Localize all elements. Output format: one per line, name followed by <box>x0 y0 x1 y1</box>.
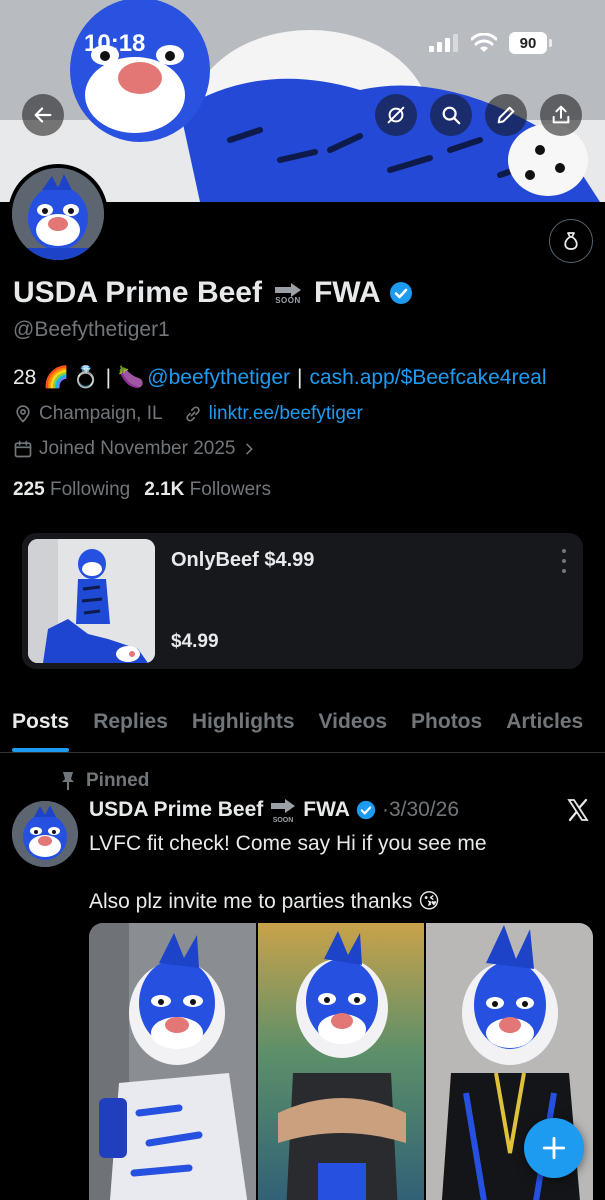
tab-articles[interactable]: Articles <box>494 700 595 752</box>
product-image <box>28 539 155 663</box>
post-author-name[interactable]: USDA Prime Beef <box>89 798 263 822</box>
display-name: USDA Prime Beef SOON FWA <box>13 276 413 310</box>
eggplant-emoji-icon: 🍆 <box>118 366 145 389</box>
post-header: USDA Prime Beef SOON FWA ·3/30/26 <box>89 797 459 823</box>
bio-prefix: 28 <box>13 366 37 389</box>
search-icon <box>442 106 461 125</box>
battery-indicator: 90 <box>509 32 552 54</box>
subscriptions-button[interactable] <box>549 219 593 263</box>
share-button[interactable] <box>540 94 582 136</box>
bio-separator-1: | <box>105 366 112 389</box>
pin-icon <box>62 772 74 790</box>
grok-button[interactable] <box>375 94 417 136</box>
share-icon <box>552 105 570 124</box>
profile-website-link[interactable]: linktr.ee/beefytiger <box>209 403 363 425</box>
avatar-image <box>12 168 104 260</box>
follow-stats: 225 Following 2.1K Followers <box>13 479 271 501</box>
product-card[interactable]: OnlyBeef $4.99 $4.99 <box>22 533 583 669</box>
compose-post-button[interactable] <box>524 1118 584 1178</box>
arrow-left-icon <box>34 107 52 123</box>
ring-emoji-icon: 💍 <box>72 366 99 389</box>
calendar-icon <box>14 440 32 458</box>
post-author-suffix[interactable]: FWA <box>303 798 350 822</box>
chevron-right-icon <box>246 443 253 455</box>
following-link[interactable]: 225 Following <box>13 479 130 501</box>
signal-icon <box>429 34 458 52</box>
profile-location: Champaign, IL <box>39 403 163 424</box>
followers-link[interactable]: 2.1K Followers <box>144 479 271 501</box>
profile-bio: 28 🌈 💍 | 🍆 @beefythetiger | cash.app/$Be… <box>13 366 547 390</box>
soon-arrow-icon: SOON <box>271 799 296 823</box>
link-icon <box>185 406 200 422</box>
status-icons: 90 <box>429 32 552 54</box>
status-bar: 10:18 90 <box>0 0 605 90</box>
profile-tabs: Posts Replies Highlights Videos Photos A… <box>0 700 605 753</box>
post-avatar[interactable] <box>12 801 78 867</box>
back-button[interactable] <box>22 94 64 136</box>
rainbow-emoji-icon: 🌈 <box>43 366 70 389</box>
product-price: $4.99 <box>171 631 219 652</box>
post-date[interactable]: ·3/30/26 <box>382 798 459 822</box>
post-media-grid <box>89 923 593 1200</box>
display-name-suffix: FWA <box>313 276 381 309</box>
tab-photos[interactable]: Photos <box>399 700 494 752</box>
x-logo-icon <box>567 798 589 822</box>
product-title: OnlyBeef $4.99 <box>171 549 315 571</box>
bio-mention-link[interactable]: @beefythetiger <box>147 366 290 390</box>
pinned-indicator: Pinned <box>60 770 149 792</box>
tab-highlights[interactable]: Highlights <box>180 700 307 752</box>
tab-videos[interactable]: Videos <box>307 700 399 752</box>
search-button[interactable] <box>430 94 472 136</box>
plus-icon <box>542 1136 566 1160</box>
post-text: LVFC fit check! Come say Hi if you see m… <box>89 832 487 913</box>
profile-avatar[interactable] <box>8 164 108 264</box>
verified-badge-icon <box>356 800 376 820</box>
joined-date: Joined November 2025 <box>39 438 236 459</box>
grok-icon <box>387 106 405 124</box>
location-pin-icon <box>16 405 30 423</box>
post-media-image-2[interactable] <box>257 923 425 1200</box>
product-more-icon[interactable] <box>559 549 569 573</box>
joined-row[interactable]: Joined November 2025 <box>13 438 257 460</box>
pinned-label: Pinned <box>86 770 150 791</box>
verified-badge-icon[interactable] <box>389 281 413 305</box>
edit-profile-button[interactable] <box>485 94 527 136</box>
profile-meta-row: Champaign, IL linktr.ee/beefytiger <box>13 403 363 425</box>
display-name-text: USDA Prime Beef <box>13 276 262 309</box>
soon-arrow-icon: SOON <box>270 282 306 305</box>
svg-text:SOON: SOON <box>273 817 294 823</box>
tab-posts[interactable]: Posts <box>0 700 81 752</box>
bio-separator-2: | <box>297 366 303 389</box>
money-bag-icon <box>564 232 578 250</box>
pencil-icon <box>497 106 515 124</box>
tab-replies[interactable]: Replies <box>81 700 180 752</box>
wifi-icon <box>471 33 497 52</box>
bio-cashapp-link[interactable]: cash.app/$Beefcake4real <box>310 366 547 390</box>
status-time: 10:18 <box>84 30 146 57</box>
post-media-image-1[interactable] <box>89 923 256 1200</box>
profile-handle: @Beefythetiger1 <box>13 318 170 341</box>
